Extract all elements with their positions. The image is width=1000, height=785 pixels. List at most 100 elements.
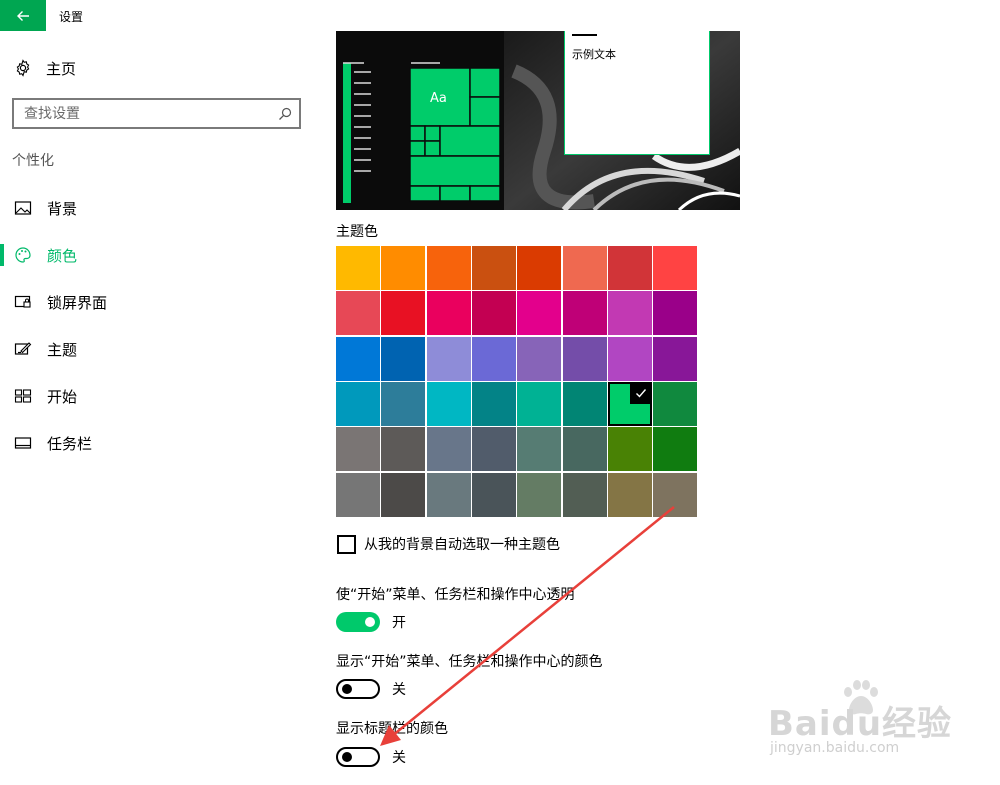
transparency-state: 开	[392, 615, 406, 631]
sidebar-home-label: 主页	[46, 59, 77, 78]
color-swatch[interactable]	[517, 473, 561, 517]
color-swatch[interactable]	[517, 382, 561, 426]
sidebar-home[interactable]: 主页	[14, 57, 76, 79]
color-swatch[interactable]	[608, 473, 652, 517]
sidebar-item-label: 主题	[47, 341, 78, 359]
color-swatch[interactable]	[563, 382, 607, 426]
watermark-brand: Baidu经验	[768, 704, 953, 744]
sample-text: 示例文本	[572, 48, 616, 61]
toggle-knob	[342, 684, 352, 694]
color-swatch[interactable]	[653, 246, 697, 290]
color-swatch[interactable]	[608, 337, 652, 381]
watermark-url: jingyan.baidu.com	[770, 740, 900, 756]
start-color-toggle-row[interactable]: 关	[336, 679, 406, 699]
color-swatch[interactable]	[336, 427, 380, 471]
active-indicator	[0, 244, 4, 266]
app-title: 设置	[59, 10, 84, 24]
sidebar-item-label: 颜色	[47, 247, 78, 265]
titlebar-color-toggle[interactable]	[336, 747, 380, 767]
color-swatch[interactable]	[608, 291, 652, 335]
color-swatch[interactable]	[472, 473, 516, 517]
toggle-knob	[365, 617, 375, 627]
color-swatch[interactable]	[381, 337, 425, 381]
color-swatch[interactable]	[608, 246, 652, 290]
transparency-toggle[interactable]	[336, 612, 380, 632]
color-swatch[interactable]	[563, 337, 607, 381]
search-icon[interactable]	[271, 100, 299, 127]
color-swatch[interactable]	[427, 427, 471, 471]
color-swatch[interactable]	[381, 382, 425, 426]
toggle-knob	[342, 752, 352, 762]
color-swatch[interactable]	[653, 382, 697, 426]
transparency-toggle-row[interactable]: 开	[336, 612, 406, 632]
sidebar-item-background[interactable]: 背景	[0, 193, 320, 223]
theme-brush-icon	[14, 340, 32, 358]
search-input[interactable]	[14, 100, 271, 127]
sidebar-item-colors[interactable]: 颜色	[0, 240, 320, 270]
titlebar-color-toggle-row[interactable]: 关	[336, 747, 406, 767]
color-swatch-grid	[336, 246, 699, 519]
color-swatch[interactable]	[563, 473, 607, 517]
sidebar-item-label: 锁屏界面	[47, 294, 108, 312]
color-swatch[interactable]	[472, 427, 516, 471]
section-heading: 个性化	[12, 153, 54, 169]
color-swatch[interactable]	[427, 382, 471, 426]
sidebar-item-label: 背景	[47, 200, 78, 218]
color-swatch[interactable]	[653, 473, 697, 517]
color-swatch[interactable]	[472, 382, 516, 426]
color-swatch[interactable]	[472, 337, 516, 381]
color-swatch[interactable]	[336, 473, 380, 517]
color-swatch[interactable]	[563, 427, 607, 471]
back-button[interactable]	[0, 0, 46, 31]
color-swatch[interactable]	[653, 427, 697, 471]
gear-icon	[16, 59, 30, 77]
sidebar-item-themes[interactable]: 主题	[0, 334, 320, 364]
color-swatch[interactable]	[427, 337, 471, 381]
color-swatch[interactable]	[517, 427, 561, 471]
start-color-toggle[interactable]	[336, 679, 380, 699]
sidebar-item-label: 任务栏	[47, 435, 93, 453]
window-titlebar-line	[572, 34, 597, 36]
color-swatch[interactable]	[336, 382, 380, 426]
color-swatch[interactable]	[381, 427, 425, 471]
sidebar-item-taskbar[interactable]: 任务栏	[0, 428, 320, 458]
color-swatch[interactable]	[653, 337, 697, 381]
start-grid-icon	[14, 387, 32, 405]
color-swatch[interactable]	[381, 473, 425, 517]
tile-sample-text: Aa	[430, 91, 447, 106]
color-swatch[interactable]	[381, 246, 425, 290]
color-swatch[interactable]	[336, 291, 380, 335]
color-swatch[interactable]	[517, 246, 561, 290]
search-box[interactable]	[12, 98, 301, 129]
color-swatch[interactable]	[472, 291, 516, 335]
sidebar-item-label: 开始	[47, 388, 78, 406]
color-swatch[interactable]	[427, 246, 471, 290]
titlebar-color-label: 显示标题栏的颜色	[336, 721, 448, 737]
color-swatch[interactable]	[653, 291, 697, 335]
color-swatch[interactable]	[381, 291, 425, 335]
color-swatch[interactable]	[472, 246, 516, 290]
theme-color-heading: 主题色	[336, 224, 378, 240]
transparency-label: 使“开始”菜单、任务栏和操作中心透明	[336, 587, 575, 603]
lock-screen-icon	[14, 293, 32, 311]
sidebar-item-start[interactable]: 开始	[0, 381, 320, 411]
color-swatch[interactable]	[517, 291, 561, 335]
color-swatch[interactable]	[427, 291, 471, 335]
color-swatch[interactable]	[517, 337, 561, 381]
baidu-watermark: Baidu经验 jingyan.baidu.com	[760, 678, 960, 768]
arrow-left-icon	[17, 10, 29, 21]
sidebar-item-lock-screen[interactable]: 锁屏界面	[0, 287, 320, 317]
color-swatch[interactable]	[608, 427, 652, 471]
color-preview: Aa 示例文本	[336, 31, 740, 210]
palette-icon	[14, 246, 32, 264]
color-swatch[interactable]	[608, 382, 652, 426]
auto-pick-checkbox[interactable]	[337, 534, 356, 554]
color-swatch[interactable]	[336, 246, 380, 290]
start-color-state: 关	[392, 682, 406, 698]
color-swatch[interactable]	[427, 473, 471, 517]
auto-pick-option[interactable]: 从我的背景自动选取一种主题色	[337, 534, 560, 554]
color-swatch[interactable]	[563, 291, 607, 335]
color-swatch[interactable]	[563, 246, 607, 290]
start-color-label: 显示“开始”菜单、任务栏和操作中心的颜色	[336, 654, 603, 670]
color-swatch[interactable]	[336, 337, 380, 381]
